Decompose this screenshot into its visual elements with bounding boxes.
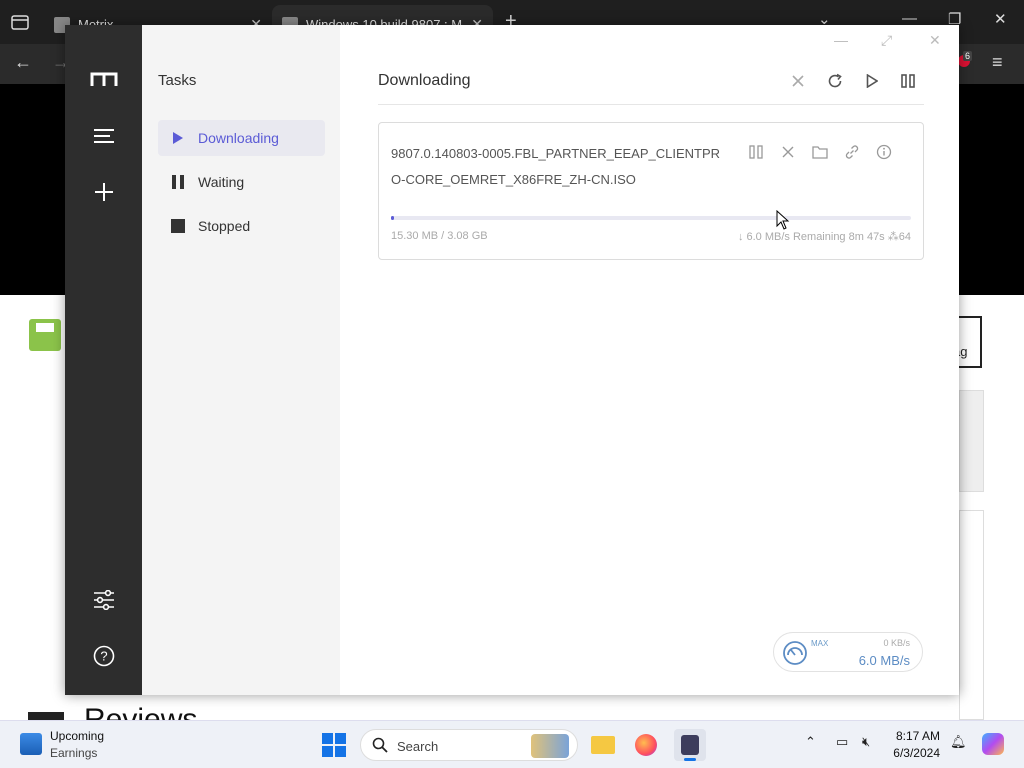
task-item[interactable]: 9807.0.140803-0005.FBL_PARTNER_EEAP_CLIE… [378, 122, 924, 260]
task-filename: 9807.0.140803-0005.FBL_PARTNER_EEAP_CLIE… [391, 146, 721, 187]
app-rail: ? [65, 25, 142, 695]
task-stats: ↓ 6.0 MB/s Remaining 8m 47s ⁂64 [738, 230, 911, 243]
browser-menu-icon[interactable]: ≡ [992, 52, 1003, 73]
add-task-icon[interactable] [90, 178, 118, 206]
nav-item-stopped[interactable]: Stopped [158, 208, 325, 244]
progress-fill [391, 216, 395, 220]
notification-bell-icon[interactable]: 🔔︎ [950, 734, 967, 750]
close-window-icon[interactable]: ✕ [994, 10, 1007, 28]
refresh-icon[interactable] [825, 71, 845, 91]
nav-item-label: Downloading [198, 130, 279, 146]
stop-icon [158, 219, 198, 233]
search-label: Search [397, 739, 439, 754]
speed-limit-label: MAX [811, 639, 829, 648]
back-arrow-icon[interactable]: ← [14, 52, 32, 73]
tasks-sidebar: Tasks Downloading Waiting Stopped [142, 25, 340, 695]
motrix-window: ? Tasks Downloading Waiting Stopped — ⤢ … [65, 25, 959, 695]
volume-muted-icon[interactable]: 🔇︎ [862, 734, 870, 750]
progress-bar [391, 216, 911, 220]
nav-item-waiting[interactable]: Waiting [158, 164, 325, 200]
connections-icon: ⁂ [887, 231, 899, 243]
motrix-taskbar-icon[interactable] [674, 729, 706, 761]
info-icon[interactable] [875, 143, 893, 161]
page-title: Downloading [378, 72, 471, 89]
nav-item-label: Waiting [198, 174, 245, 190]
network-icon[interactable]: ▭ [836, 734, 848, 750]
folder-icon[interactable] [811, 143, 829, 161]
windows-taskbar: Upcoming Earnings Search ⌃ ▭ 🔇︎ 8:17 AM … [0, 720, 1024, 768]
download-speed-total: 6.0 MB/s [858, 653, 910, 668]
search-highlight-icon [531, 734, 569, 758]
floppy-disk-icon [29, 319, 61, 351]
taskbar-search[interactable]: Search [360, 729, 578, 761]
extension-badge-count: 6 [963, 51, 973, 61]
widget-title[interactable]: Upcoming [50, 729, 104, 743]
task-list-icon[interactable] [90, 122, 118, 150]
motrix-logo-icon [90, 65, 118, 93]
speedometer[interactable]: MAX 0 KB/s 6.0 MB/s [773, 632, 923, 672]
download-speed: ↓ 6.0 MB/s [737, 231, 790, 243]
upload-speed: 0 KB/s [883, 638, 910, 648]
search-icon [372, 737, 388, 753]
stocks-widget-icon[interactable] [20, 733, 42, 755]
task-delete-icon[interactable] [779, 143, 797, 161]
svg-text:?: ? [100, 649, 107, 664]
window-minimize-icon[interactable]: — [834, 32, 848, 48]
window-maximize-icon[interactable]: ⤢ [881, 32, 892, 49]
clock-date[interactable]: 6/3/2024 [880, 746, 940, 760]
windows-start-icon[interactable] [322, 733, 346, 757]
clock-time[interactable]: 8:17 AM [880, 729, 940, 743]
remaining-time: Remaining 8m 47s [792, 231, 885, 243]
tab-actions-icon[interactable] [8, 10, 32, 34]
help-icon[interactable]: ? [90, 642, 118, 670]
sidebar-title: Tasks [158, 72, 197, 89]
delete-all-icon[interactable] [788, 71, 808, 91]
title-divider [378, 104, 924, 105]
nav-item-label: Stopped [198, 218, 251, 234]
widget-subtitle[interactable]: Earnings [50, 746, 97, 760]
main-panel: — ⤢ ✕ Downloading 9807.0.140803-0005.FBL… [340, 25, 959, 695]
side-card [959, 390, 984, 492]
window-close-icon[interactable]: ✕ [929, 32, 941, 49]
resume-all-icon[interactable] [862, 71, 882, 91]
connections-count: 64 [898, 231, 911, 243]
task-pause-icon[interactable] [747, 143, 765, 161]
pause-icon [158, 175, 198, 189]
pause-all-icon[interactable] [898, 71, 918, 91]
show-hidden-icons-chevron-icon[interactable]: ⌃ [805, 734, 816, 750]
progress-size: 15.30 MB / 3.08 GB [391, 230, 488, 242]
play-icon [158, 131, 198, 145]
copilot-icon[interactable] [982, 733, 1004, 755]
link-icon[interactable] [843, 143, 861, 161]
speedometer-icon [783, 641, 807, 665]
firefox-icon[interactable] [630, 729, 662, 761]
side-card [959, 510, 984, 720]
nav-item-downloading[interactable]: Downloading [158, 120, 325, 156]
mouse-cursor-icon [776, 210, 790, 230]
preferences-icon[interactable] [90, 586, 118, 614]
file-explorer-icon[interactable] [587, 729, 619, 761]
